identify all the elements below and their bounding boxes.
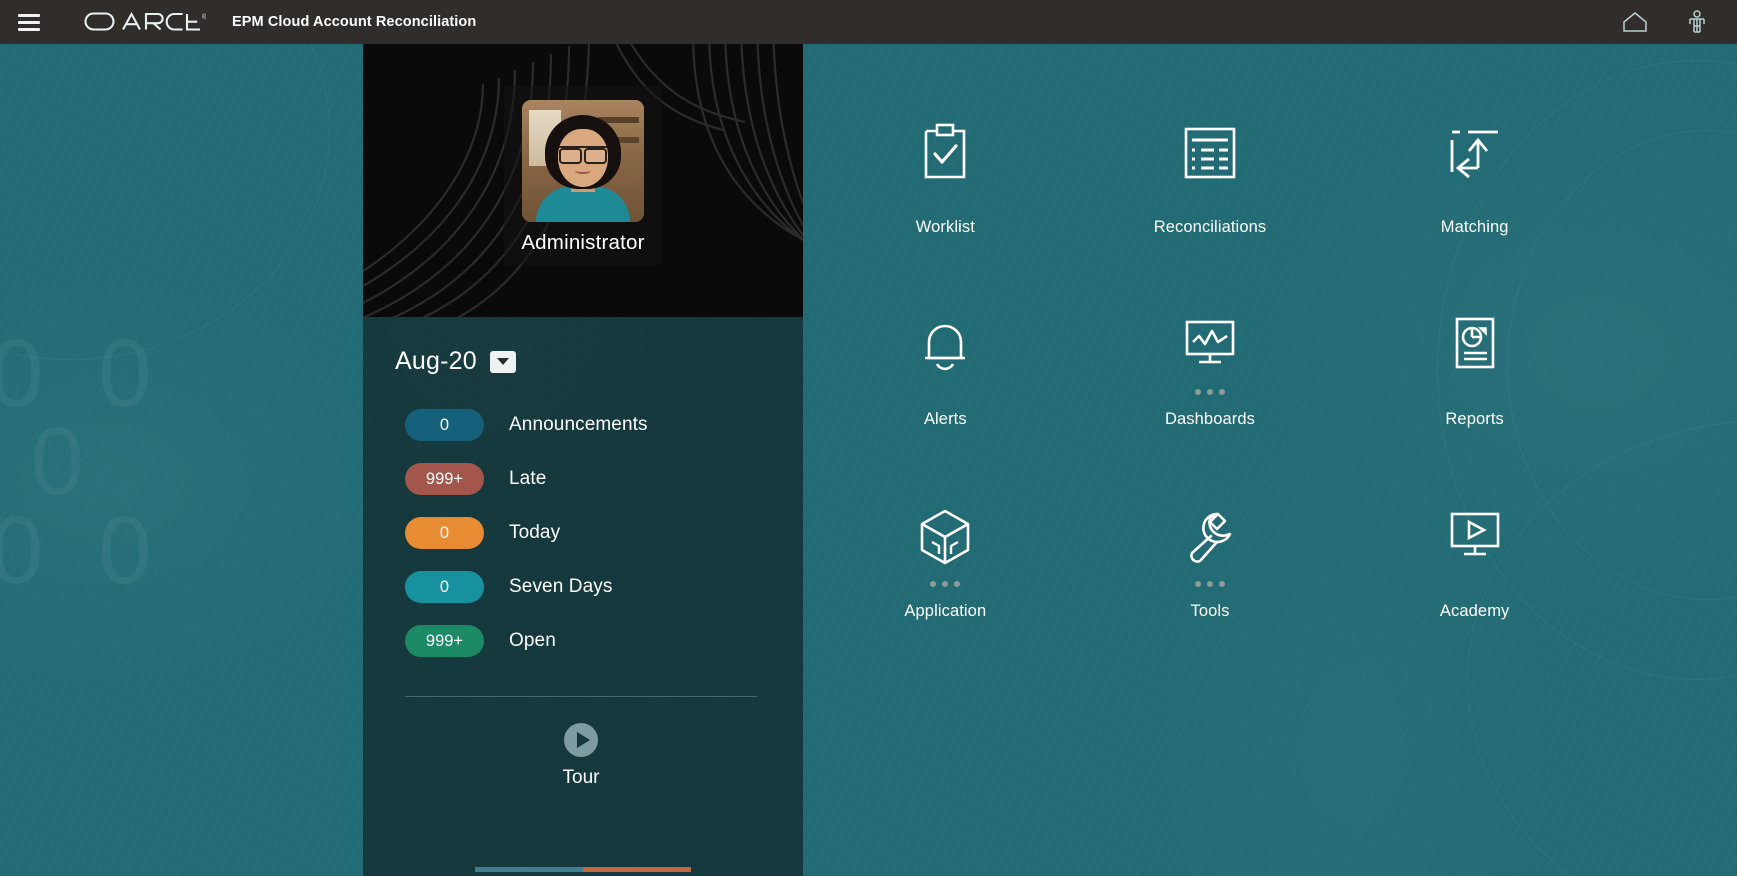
status-badge[interactable]: 999+: [405, 463, 484, 495]
tile-label: Tools: [1190, 602, 1230, 620]
dot: [930, 581, 937, 587]
status-badge[interactable]: 0: [405, 409, 484, 441]
dot: [1194, 389, 1201, 395]
list-table-icon: [1175, 118, 1245, 188]
tile-application[interactable]: Application: [813, 502, 1078, 694]
oracle-logo[interactable]: ®: [84, 11, 206, 33]
tile-label: Matching: [1440, 218, 1509, 236]
period-selector[interactable]: Aug-20: [395, 347, 803, 376]
global-header: ® EPM Cloud Account Reconciliation: [0, 0, 1737, 44]
status-badge-row-open[interactable]: 999+ Open: [395, 614, 803, 668]
tile-alerts[interactable]: Alerts: [813, 310, 1078, 502]
chevron-down-icon[interactable]: [489, 350, 516, 373]
dot: [954, 581, 961, 587]
status-badge-label: Today: [509, 522, 561, 543]
user-summary-card: Administrator Aug-20 0 Announcements 999…: [363, 44, 803, 876]
tile-group-dots: [1194, 386, 1225, 398]
avatar-photo-smile: [575, 167, 591, 175]
tile-tools[interactable]: Tools: [1078, 502, 1343, 694]
user-avatar-photo: [522, 100, 644, 222]
progress-segment[interactable]: [583, 867, 691, 872]
tile-group-dots: [930, 578, 961, 590]
status-badge-row-today[interactable]: 0 Today: [395, 506, 803, 560]
avatar-banner: Administrator: [363, 44, 803, 317]
monitor-chart-icon: [1175, 310, 1245, 380]
dot: [942, 581, 949, 587]
tile-label: Reports: [1445, 410, 1504, 428]
tile-matching[interactable]: Matching: [1342, 118, 1607, 310]
tour-label: Tour: [562, 767, 600, 788]
hamburger-menu-icon[interactable]: [14, 7, 44, 37]
play-circle-icon[interactable]: [564, 723, 598, 757]
avatar-name: Administrator: [521, 231, 645, 254]
period-label: Aug-20: [395, 347, 477, 375]
dot: [1218, 581, 1225, 587]
navigation-tile-grid: Worklist Reconciliations Matching Alerts…: [803, 44, 1737, 876]
status-badge-row-late[interactable]: 999+ Late: [395, 452, 803, 506]
status-badge[interactable]: 0: [405, 517, 484, 549]
tile-group-dots: [1194, 578, 1225, 590]
clipboard-check-icon: [910, 118, 980, 188]
carousel-progress-indicator[interactable]: [475, 867, 691, 872]
tile-reports[interactable]: Reports: [1342, 310, 1607, 502]
wrench-icon: [1175, 502, 1245, 572]
status-badge-row-announcements[interactable]: 0 Announcements: [395, 398, 803, 452]
tile-label: Worklist: [915, 218, 975, 236]
tile-reconciliations[interactable]: Reconciliations: [1078, 118, 1343, 310]
tile-label: Reconciliations: [1153, 218, 1267, 236]
tile-label: Application: [904, 602, 987, 620]
tour-button[interactable]: Tour: [405, 723, 757, 789]
tile-label: Alerts: [923, 410, 967, 428]
main-content: Administrator Aug-20 0 Announcements 999…: [0, 44, 1737, 876]
tile-dashboards[interactable]: Dashboards: [1078, 310, 1343, 502]
report-pie-doc-icon: [1440, 310, 1510, 380]
tile-label: Dashboards: [1165, 410, 1255, 428]
matching-arrows-icon: [1440, 118, 1510, 188]
play-triangle-glyph: [576, 732, 590, 748]
dot: [1194, 581, 1201, 587]
hamburger-bar: [18, 20, 40, 24]
status-badge-label: Seven Days: [509, 576, 613, 597]
avatar[interactable]: Administrator: [504, 86, 662, 265]
status-badge-label: Announcements: [509, 414, 648, 435]
app-root: 0 0 0 0 0 ® EPM Cloud Acco: [0, 0, 1737, 876]
status-badge-row-seven-days[interactable]: 0 Seven Days: [395, 560, 803, 614]
status-badge-label: Late: [509, 468, 547, 489]
home-icon[interactable]: [1615, 2, 1655, 42]
cube-box-icon: [910, 502, 980, 572]
hamburger-bar: [18, 27, 40, 31]
tile-label: Academy: [1439, 602, 1510, 620]
dot: [1218, 389, 1225, 395]
progress-segment[interactable]: [475, 867, 583, 872]
tile-worklist[interactable]: Worklist: [813, 118, 1078, 310]
status-badge[interactable]: 0: [405, 571, 484, 603]
svg-text:®: ®: [202, 13, 206, 21]
monitor-play-icon: [1440, 502, 1510, 572]
caret-glyph: [496, 358, 509, 365]
user-card-body: Aug-20 0 Announcements 999+ Late 0 Today…: [363, 317, 803, 789]
bell-icon: [910, 310, 980, 380]
page-title: EPM Cloud Account Reconciliation: [232, 14, 477, 30]
tile-academy[interactable]: Academy: [1342, 502, 1607, 694]
status-badge[interactable]: 999+: [405, 625, 484, 657]
hamburger-bar: [18, 13, 40, 17]
status-badge-list: 0 Announcements 999+ Late 0 Today 0 Seve…: [395, 398, 803, 668]
dot: [1206, 389, 1213, 395]
avatar-photo-glasses: [559, 146, 607, 165]
status-badge-label: Open: [509, 630, 556, 651]
divider: [405, 696, 757, 697]
dot: [1206, 581, 1213, 587]
user-person-icon[interactable]: [1677, 2, 1717, 42]
